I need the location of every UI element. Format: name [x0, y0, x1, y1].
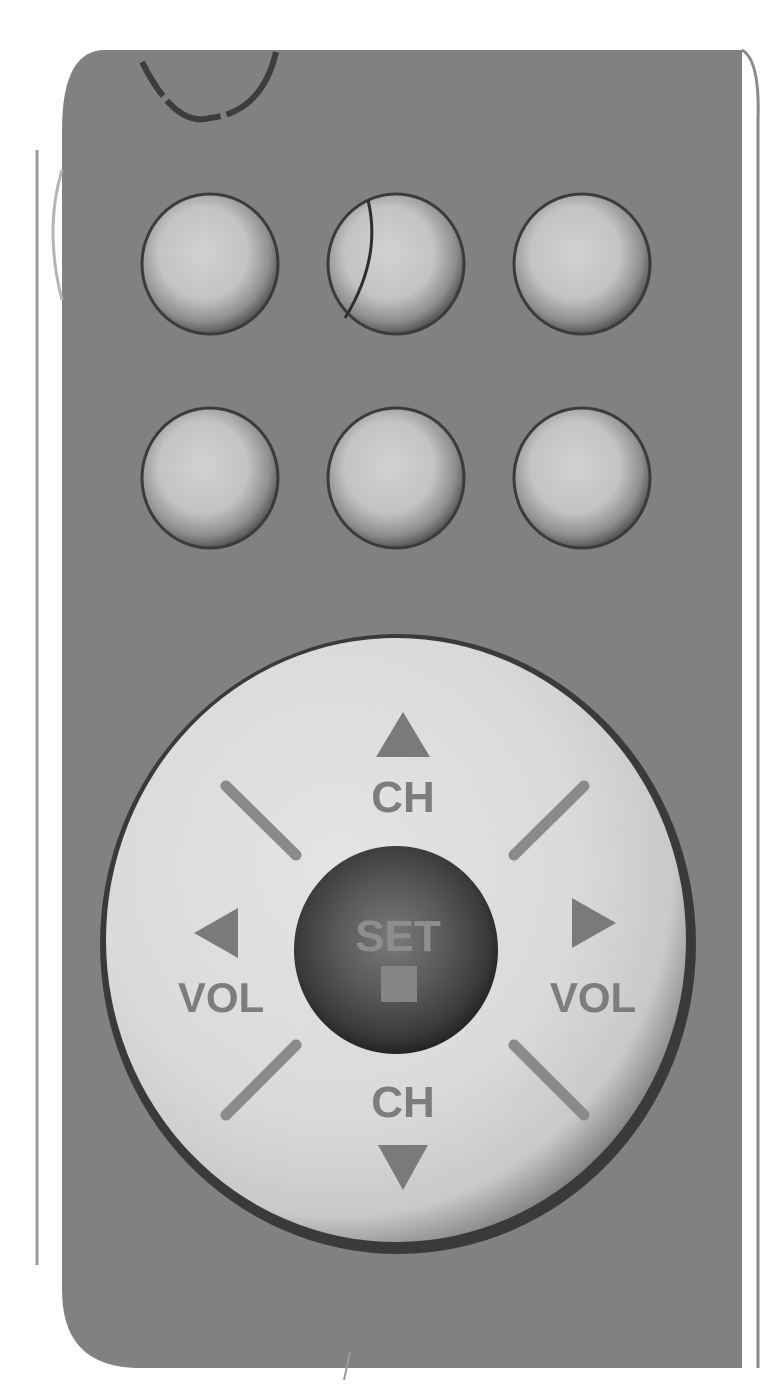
grey-button-4[interactable] — [140, 406, 280, 550]
grey-button-3[interactable] — [512, 192, 652, 336]
remote-right-edge — [741, 48, 760, 1368]
navigation-pad[interactable]: CH CH VOL VOL SET — [100, 634, 696, 1254]
set-button[interactable]: SET — [294, 846, 498, 1054]
remote-control-illustration: CH CH VOL VOL SET — [35, 48, 760, 1381]
set-label: SET — [355, 912, 441, 961]
channel-down-label: CH — [371, 1078, 435, 1127]
grey-button-6[interactable] — [512, 406, 652, 550]
volume-right-label: VOL — [550, 974, 636, 1021]
volume-left-label: VOL — [178, 974, 264, 1021]
grey-button-2[interactable] — [326, 192, 466, 336]
grey-button-1[interactable] — [140, 192, 280, 336]
remote-left-curve — [51, 169, 64, 301]
channel-up-label: CH — [371, 773, 435, 822]
square-stop-icon — [381, 966, 417, 1002]
grey-button-5[interactable] — [326, 406, 466, 550]
